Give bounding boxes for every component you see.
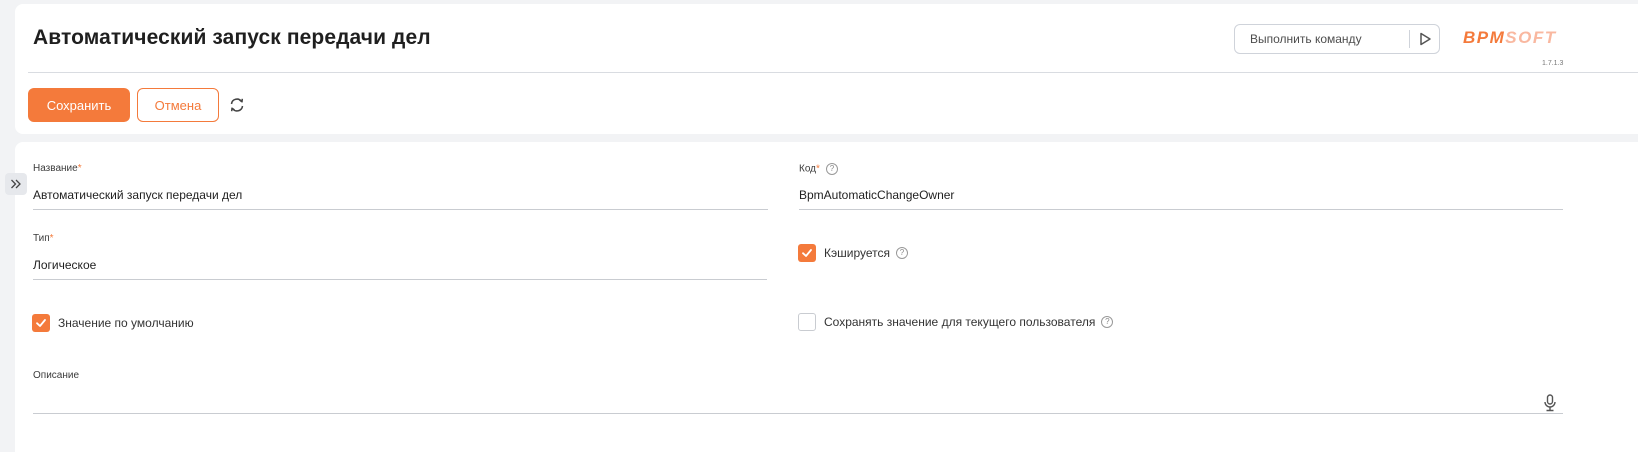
save-for-user-label-text: Сохранять значение для текущего пользова… <box>824 315 1096 329</box>
play-icon <box>1420 32 1431 46</box>
type-value: Логическое <box>33 258 97 272</box>
type-label-text: Тип <box>33 233 50 244</box>
refresh-button[interactable] <box>227 95 247 115</box>
cancel-button[interactable]: Отмена <box>137 88 219 122</box>
save-for-user-label: Сохранять значение для текущего пользова… <box>824 315 1114 329</box>
logo-part-2: SOFT <box>1505 28 1557 47</box>
check-icon <box>802 249 812 257</box>
save-for-user-checkbox[interactable] <box>798 313 816 331</box>
code-label-text: Код <box>799 163 817 175</box>
question-circle-icon[interactable]: ? <box>895 247 908 259</box>
default-value-label: Значение по умолчанию <box>58 316 194 330</box>
name-value: Автоматический запуск передачи дел <box>33 188 243 202</box>
default-value-label-text: Значение по умолчанию <box>58 316 194 330</box>
save-button[interactable]: Сохранить <box>28 88 130 122</box>
default-value-checkbox[interactable] <box>32 314 50 332</box>
command-divider <box>1409 30 1410 48</box>
expand-panel-button[interactable] <box>5 173 27 195</box>
description-label: Описание <box>33 370 79 381</box>
cached-label: Кэшируется? <box>824 246 908 260</box>
code-label: Код*? <box>799 163 838 175</box>
refresh-icon <box>230 98 244 112</box>
header-divider <box>28 72 1638 73</box>
description-field[interactable] <box>33 390 1563 414</box>
page-title: Автоматический запуск передачи дел <box>33 26 431 49</box>
logo-part-1: BPM <box>1463 28 1506 47</box>
name-label-text: Название <box>33 163 78 174</box>
code-value: BpmAutomaticChangeOwner <box>799 188 955 202</box>
cached-label-text: Кэшируется <box>824 246 890 260</box>
cached-checkbox[interactable] <box>798 244 816 262</box>
type-field[interactable]: Логическое <box>33 256 767 280</box>
question-circle-icon[interactable]: ? <box>1101 316 1114 328</box>
required-mark: * <box>49 233 54 244</box>
microphone-icon <box>1544 394 1556 412</box>
question-circle-icon[interactable]: ? <box>825 163 838 175</box>
bpmsoft-logo: BPMSOFT <box>1463 28 1557 48</box>
run-command-button[interactable] <box>1415 29 1435 49</box>
header-card: Автоматический запуск передачи дел BPMSO… <box>15 4 1638 134</box>
required-mark: * <box>816 163 820 175</box>
command-box <box>1234 24 1440 54</box>
name-field[interactable]: Автоматический запуск передачи дел <box>33 186 768 210</box>
code-field[interactable]: BpmAutomaticChangeOwner <box>799 186 1563 210</box>
description-label-text: Описание <box>33 370 80 381</box>
voice-input-button[interactable] <box>1541 393 1559 413</box>
name-label: Название* <box>33 163 82 174</box>
double-chevron-right-icon <box>11 179 21 189</box>
required-mark: * <box>77 163 82 174</box>
version-label: 1.7.1.3 <box>1542 60 1564 67</box>
command-input[interactable] <box>1235 25 1409 53</box>
type-label: Тип* <box>33 233 54 244</box>
check-icon <box>36 319 46 327</box>
